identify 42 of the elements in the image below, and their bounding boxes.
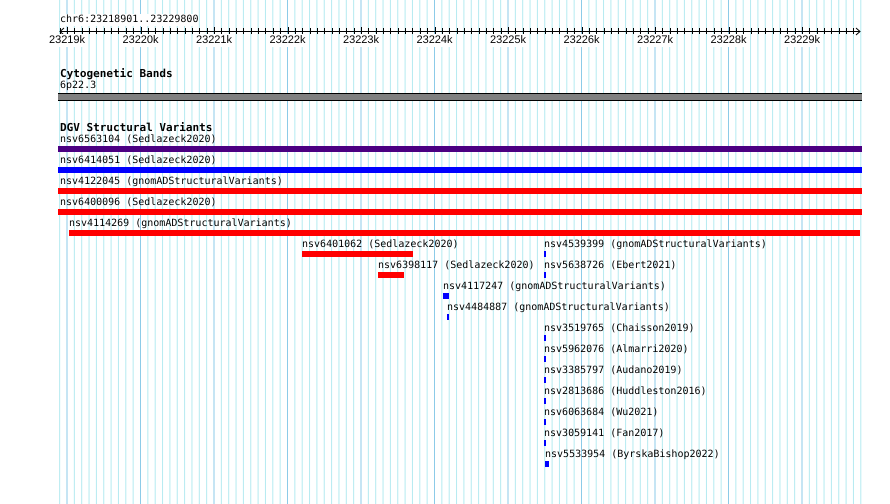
variant-label[interactable]: nsv6414051 (Sedlazeck2020) [60,155,217,167]
variant-label[interactable]: nsv2813686 (Huddleston2016) [544,386,707,398]
band-label: 6p22.3 [60,80,96,92]
tick-label: 23223k [342,34,380,47]
variant-bar[interactable] [58,167,862,173]
variant-bar[interactable] [69,230,860,236]
tick-label: 23224k [416,34,453,47]
locus-label: chr6:23218901..23229800 [60,14,198,26]
tick-label: 23220k [122,34,159,47]
variant-label[interactable]: nsv4114269 (gnomADStructuralVariants) [69,218,292,230]
variant-label[interactable]: nsv3059141 (Fan2017) [544,428,664,440]
track-title: Cytogenetic Bands [60,67,173,80]
variant-bar[interactable] [302,251,413,257]
variant-label[interactable]: nsv5533954 (ByrskaBishop2022) [545,449,720,461]
variant-label[interactable]: nsv6400096 (Sedlazeck2020) [60,197,217,209]
variant-label[interactable]: nsv5962076 (Almarri2020) [544,344,688,356]
tick-label: 23228k [710,34,747,47]
variant-bar[interactable] [443,293,449,299]
tick-label: 23225k [490,34,526,47]
variant-label[interactable]: nsv4484887 (gnomADStructuralVariants) [447,302,670,314]
variant-bar[interactable] [378,272,404,278]
variant-label[interactable]: nsv4539399 (gnomADStructuralVariants) [544,239,767,251]
variant-label[interactable]: nsv6063684 (Wu2021) [544,407,658,419]
variant-label[interactable]: nsv3519765 (Chaisson2019) [544,323,695,335]
variant-label[interactable]: nsv4122045 (gnomADStructuralVariants) [60,176,283,188]
tick-label: 23227k [636,34,674,47]
variant-bar[interactable] [58,146,862,152]
variant-label[interactable]: nsv6401062 (Sedlazeck2020) [302,239,459,251]
tick-label: 23222k [269,34,306,47]
tick-label: 23221k [196,34,232,47]
tick-label: 23226k [563,34,600,47]
variant-label[interactable]: nsv6398117 (Sedlazeck2020) [378,260,535,272]
variant-label[interactable]: nsv6563104 (Sedlazeck2020) [60,134,217,146]
tick-label: 23219k [48,34,86,47]
variant-bar[interactable] [545,461,549,467]
variant-label[interactable]: nsv4117247 (gnomADStructuralVariants) [443,281,666,293]
track-title: DGV Structural Variants [60,121,212,134]
tick-label: 23229k [784,34,820,47]
variant-bar[interactable] [58,188,862,194]
variant-bar[interactable] [58,209,862,215]
variant-label[interactable]: nsv3385797 (Audano2019) [544,365,682,377]
variant-label[interactable]: nsv5638726 (Ebert2021) [544,260,676,272]
